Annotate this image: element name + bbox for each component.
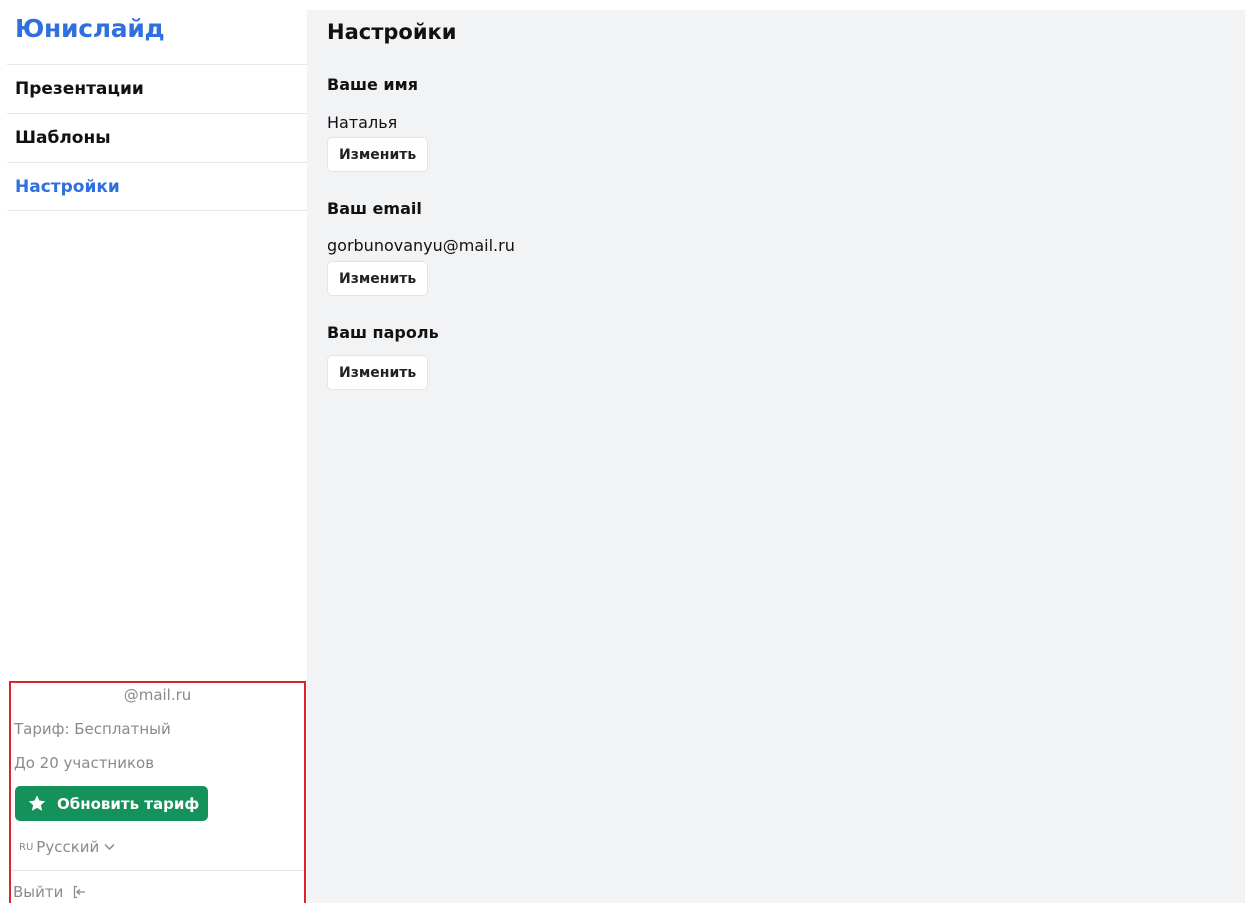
page-title: Настройки bbox=[327, 20, 457, 44]
participants-limit: До 20 участников bbox=[14, 754, 155, 772]
password-section-label: Ваш пароль bbox=[327, 323, 439, 342]
language-code: RU bbox=[19, 841, 34, 853]
sidebar-nav: Презентации Шаблоны Настройки bbox=[7, 64, 307, 211]
upgrade-plan-label: Обновить тариф bbox=[57, 794, 200, 813]
sidebar-item-templates[interactable]: Шаблоны bbox=[7, 113, 307, 162]
sidebar: Юнислайд Презентации Шаблоны Настройки @… bbox=[0, 0, 307, 903]
account-email: @mail.ru bbox=[123, 686, 192, 704]
upgrade-plan-button[interactable]: Обновить тариф bbox=[15, 786, 208, 821]
app-logo[interactable]: Юнислайд bbox=[15, 14, 165, 43]
account-divider bbox=[11, 870, 304, 871]
sidebar-item-presentations[interactable]: Презентации bbox=[7, 64, 307, 113]
account-panel: @mail.ru Тариф: Бесплатный До 20 участни… bbox=[9, 681, 306, 903]
sidebar-item-settings[interactable]: Настройки bbox=[7, 162, 307, 211]
change-email-button[interactable]: Изменить bbox=[327, 261, 429, 296]
language-label: Русский bbox=[36, 838, 100, 856]
email-value: gorbunovanyu@mail.ru bbox=[327, 236, 515, 255]
chevron-down-icon bbox=[104, 843, 115, 851]
change-password-button[interactable]: Изменить bbox=[327, 355, 429, 390]
logout-button[interactable]: Выйти bbox=[13, 883, 86, 901]
language-selector[interactable]: RU Русский bbox=[19, 838, 115, 856]
plan-label: Тариф: Бесплатный bbox=[14, 720, 171, 738]
logout-icon bbox=[74, 885, 86, 899]
name-section-label: Ваше имя bbox=[327, 75, 418, 94]
logout-label: Выйти bbox=[13, 883, 64, 901]
email-section-label: Ваш email bbox=[327, 199, 422, 218]
star-icon bbox=[28, 795, 46, 811]
change-name-button[interactable]: Изменить bbox=[327, 137, 429, 172]
name-value: Наталья bbox=[327, 113, 398, 132]
settings-panel: Настройки Ваше имя Наталья Изменить Ваш … bbox=[307, 10, 1245, 903]
